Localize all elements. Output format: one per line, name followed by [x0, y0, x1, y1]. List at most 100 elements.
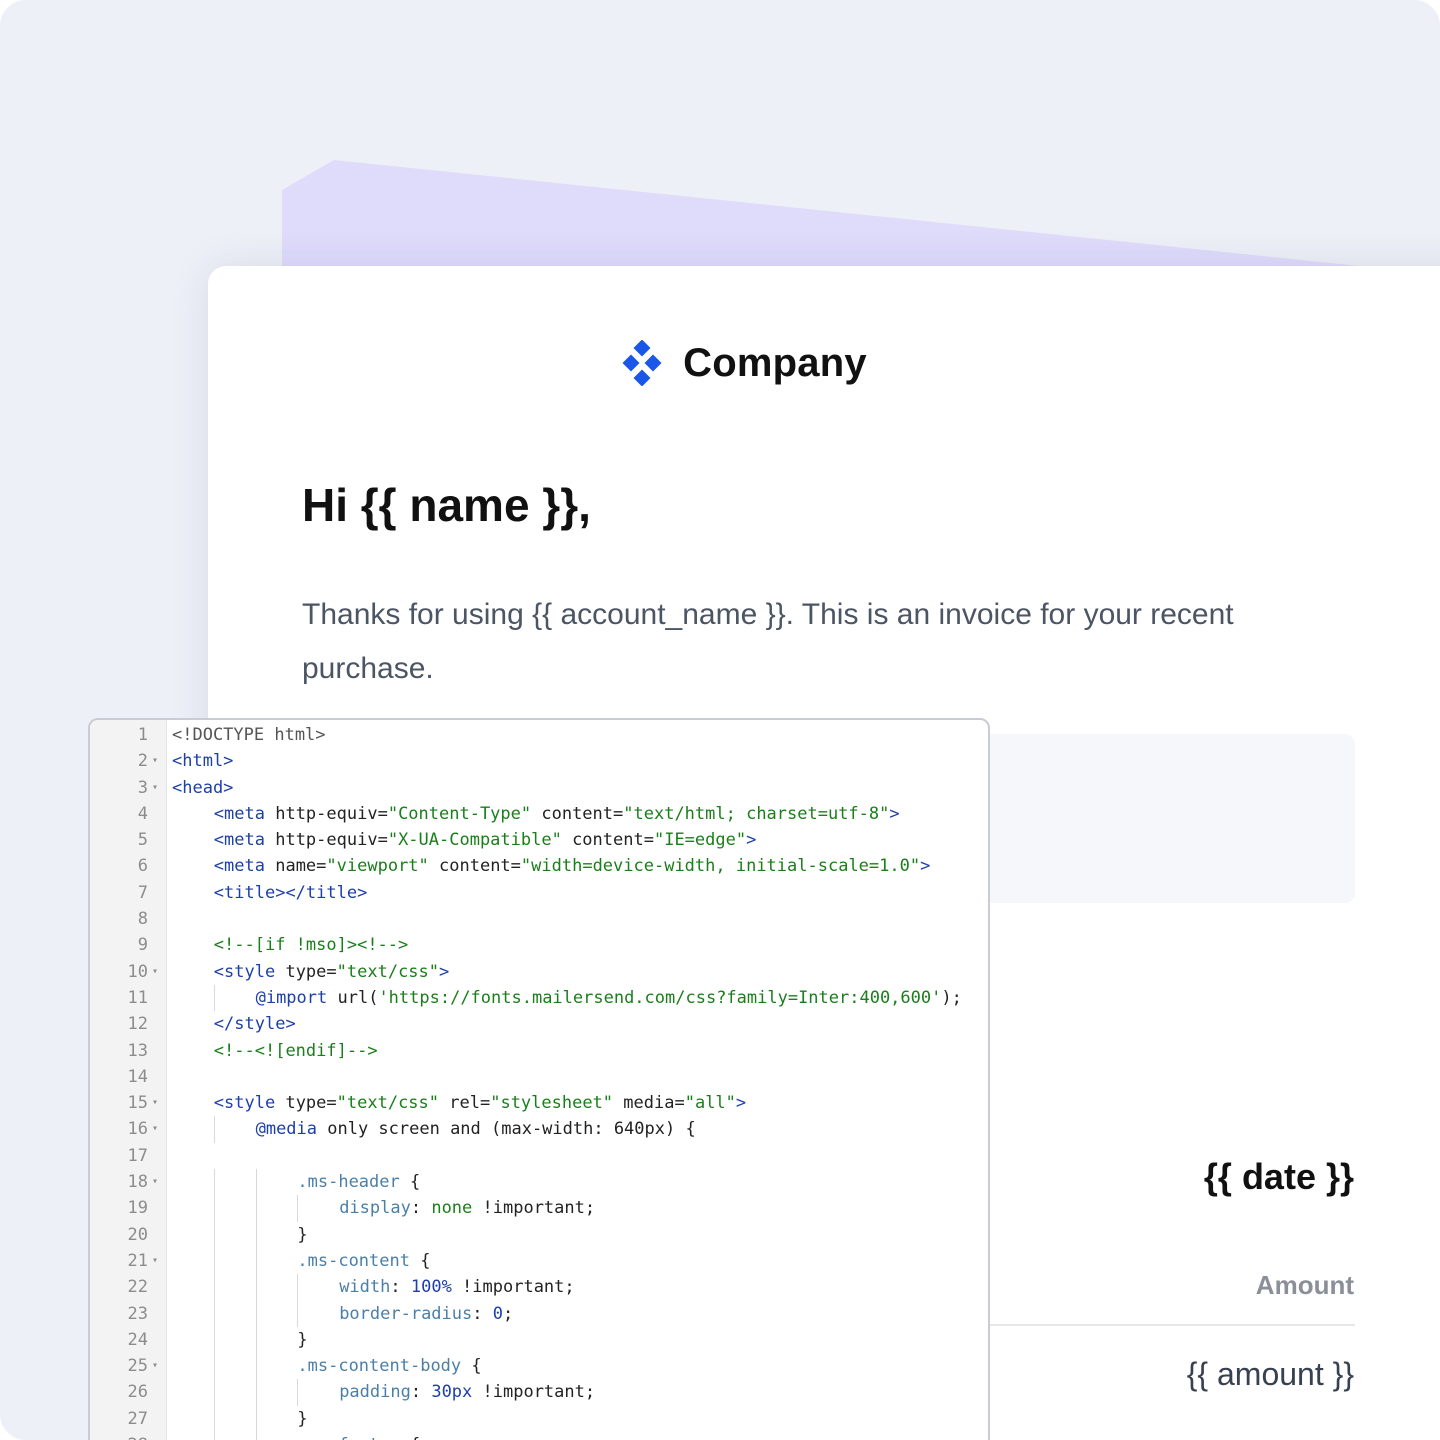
code-line[interactable]: 25 ▾ .ms-content-body {: [90, 1353, 988, 1380]
indent-guide: [255, 1405, 257, 1433]
code-token: =: [377, 830, 388, 851]
code-line[interactable]: 18 ▾ .ms-header {: [90, 1169, 988, 1196]
code-token: @import: [255, 987, 328, 1008]
code-editor[interactable]: 1 <!DOCTYPE html> 2 ▾ <html> 3 ▾ <head> 4 <meta h…: [88, 718, 990, 1440]
indent-guide: [213, 1169, 215, 1196]
code-token: =: [326, 1093, 337, 1114]
indent-guide: [213, 1221, 215, 1248]
code-line[interactable]: 1 <!DOCTYPE html>: [90, 722, 988, 748]
indent-guide: [255, 1353, 257, 1380]
fold-arrow-icon[interactable]: ▾: [152, 1169, 158, 1195]
code-line[interactable]: 17: [90, 1143, 988, 1169]
code-token: only screen and (max-width: 640px) {: [317, 1119, 696, 1140]
indent-guide: [213, 1353, 215, 1380]
indent-guide: [255, 1379, 257, 1406]
indent-guide: [255, 1300, 257, 1327]
code-text: width: 100% !important;: [339, 1274, 574, 1300]
code-token: =: [316, 856, 327, 877]
code-token: name: [275, 856, 317, 877]
line-number: 7: [137, 882, 148, 903]
line-number: 13: [127, 1040, 148, 1061]
code-line[interactable]: 14: [90, 1064, 988, 1090]
code-token: :: [410, 1198, 432, 1219]
code-token: content: [428, 856, 511, 877]
fold-arrow-icon[interactable]: ▾: [152, 959, 158, 985]
brand-header: Company: [208, 340, 1278, 386]
code-line[interactable]: 2 ▾ <html>: [90, 748, 988, 774]
code-token: :: [390, 1277, 411, 1298]
line-number: 27: [127, 1408, 148, 1429]
code-line[interactable]: 22 width: 100% !important;: [90, 1274, 988, 1301]
amount-column-header: Amount: [1255, 1270, 1354, 1300]
code-line[interactable]: 26 padding: 30px !important;: [90, 1379, 988, 1406]
indent-guide: [213, 1432, 215, 1440]
code-line[interactable]: 13 <!--<![endif]-->: [90, 1038, 988, 1064]
code-token: >: [439, 961, 450, 982]
code-text: padding: 30px !important;: [339, 1379, 595, 1405]
code-token: <meta: [213, 803, 276, 824]
code-text: <title></title>: [214, 880, 368, 906]
code-line[interactable]: 5 <meta http-equiv="X-UA-Compatible" cont…: [90, 827, 988, 853]
code-line[interactable]: 6 <meta name="viewport" content="width=de…: [90, 853, 988, 879]
code-line[interactable]: 7 <title></title>: [90, 880, 988, 906]
fold-arrow-icon[interactable]: ▾: [152, 748, 158, 774]
code-line[interactable]: 11 @import url('https://fonts.mailersend.…: [90, 984, 988, 1012]
code-line[interactable]: 23 border-radius: 0;: [90, 1300, 988, 1327]
code-line[interactable]: 4 <meta http-equiv="Content-Type" content…: [90, 801, 988, 827]
fold-arrow-icon[interactable]: ▾: [152, 1353, 158, 1379]
code-line[interactable]: 9 <!--[if !mso]><!-->: [90, 932, 988, 958]
code-token: "all": [684, 1093, 736, 1114]
code-text: <style type="text/css" rel="stylesheet" …: [214, 1090, 746, 1116]
code-token: border-radius: [339, 1303, 473, 1324]
indent-guide: [255, 1432, 257, 1440]
code-line[interactable]: 10 ▾ <style type="text/css">: [90, 959, 988, 985]
indent-guide: [213, 1274, 215, 1301]
code-token: ;: [502, 1303, 514, 1324]
code-text: <style type="text/css">: [214, 959, 449, 985]
code-line[interactable]: 28 ▾ .ms-footer {: [90, 1432, 988, 1440]
line-number: 15: [127, 1093, 148, 1114]
code-text: }: [297, 1406, 307, 1432]
code-line[interactable]: 12 </style>: [90, 1011, 988, 1037]
code-line[interactable]: 3 ▾ <head>: [90, 775, 988, 801]
indent-guide: [213, 1326, 215, 1354]
code-token: =: [479, 1093, 491, 1114]
fold-arrow-icon[interactable]: ▾: [152, 1248, 158, 1274]
code-text: <html>: [172, 748, 233, 774]
code-token: =: [674, 1093, 685, 1114]
fold-arrow-icon[interactable]: ▾: [152, 1116, 158, 1142]
code-token: .ms-header: [297, 1172, 400, 1193]
code-token: http-equiv: [275, 830, 378, 851]
code-token: <style: [213, 961, 286, 982]
fold-arrow-icon[interactable]: ▾: [152, 1432, 158, 1440]
fold-arrow-icon[interactable]: ▾: [152, 775, 158, 801]
code-line[interactable]: 24}: [90, 1326, 988, 1354]
line-number: 12: [127, 1014, 148, 1035]
indent-guide: [297, 1195, 299, 1222]
code-line[interactable]: 19 display: none !important;: [90, 1195, 988, 1222]
line-number: 5: [137, 830, 148, 851]
code-token: media: [613, 1093, 675, 1114]
code-text: .ms-footer {: [297, 1432, 420, 1440]
code-line[interactable]: 16 ▾ @media only screen and (max-width: 64…: [90, 1116, 988, 1143]
line-number: 24: [127, 1329, 148, 1350]
diamond-logo-icon: [622, 340, 662, 386]
code-line[interactable]: 20}: [90, 1221, 988, 1248]
code-token: none: [431, 1198, 473, 1219]
fold-arrow-icon[interactable]: ▾: [152, 1090, 158, 1116]
indent-guide: [213, 1379, 215, 1406]
code-token: =: [377, 803, 388, 824]
code-text: <meta name="viewport" content="width=dev…: [214, 853, 931, 879]
email-greeting: Hi {{ name }},: [302, 479, 591, 531]
code-line[interactable]: 8: [90, 906, 988, 932]
code-token: !important;: [472, 1198, 596, 1219]
code-token: !important;: [451, 1277, 575, 1298]
code-text: </style>: [214, 1011, 296, 1037]
code-line[interactable]: 21 ▾ .ms-content {: [90, 1247, 988, 1275]
code-token: 'https://fonts.mailersend.com/css?family…: [378, 987, 942, 1008]
code-text: }: [297, 1222, 307, 1248]
code-token: }: [297, 1408, 308, 1429]
code-lines[interactable]: 1 <!DOCTYPE html> 2 ▾ <html> 3 ▾ <head> 4 <meta h…: [90, 722, 988, 1440]
code-line[interactable]: 27}: [90, 1405, 988, 1433]
code-line[interactable]: 15 ▾ <style type="text/css" rel="styleshee…: [90, 1090, 988, 1116]
